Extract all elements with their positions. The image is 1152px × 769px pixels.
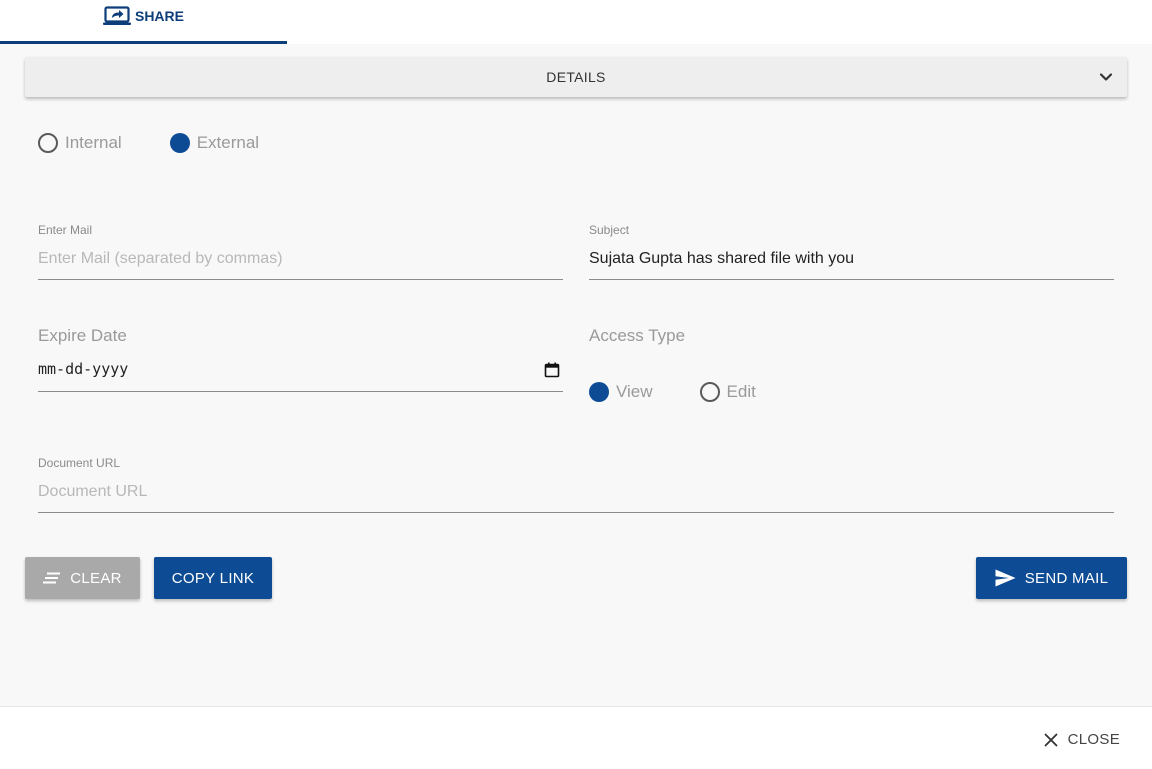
mail-input[interactable] <box>38 248 563 270</box>
close-icon <box>1044 733 1058 746</box>
subject-label: Subject <box>589 223 630 237</box>
subject-field: Subject <box>589 223 1114 280</box>
details-accordion[interactable]: DETAILS <box>25 57 1127 97</box>
access-type-field: Access Type View Edit <box>589 326 1114 406</box>
document-url-label: Document URL <box>38 456 121 470</box>
close-button-label: CLOSE <box>1067 731 1120 748</box>
tab-share-label: SHARE <box>134 8 184 24</box>
radio-external-label: External <box>196 133 260 152</box>
expire-date-label: Expire Date <box>38 326 127 345</box>
radio-edit[interactable]: Edit <box>699 382 756 402</box>
chevron-down-icon <box>1099 73 1113 81</box>
radio-edit-label: Edit <box>726 382 756 401</box>
mail-label: Enter Mail <box>38 223 93 237</box>
radio-internal[interactable]: Internal <box>38 133 122 153</box>
radio-external[interactable]: External <box>169 133 260 153</box>
tab-bar: SHARE <box>0 0 1152 44</box>
radio-view[interactable]: View <box>589 382 653 402</box>
radio-edit-circle[interactable] <box>699 382 720 402</box>
document-url-underline <box>38 512 1114 513</box>
radio-internal-label: Internal <box>65 133 122 152</box>
calendar-icon[interactable] <box>544 362 560 378</box>
expire-date-underline <box>38 391 563 392</box>
clear-button-label: CLEAR <box>70 569 122 587</box>
radio-view-label: View <box>616 382 653 401</box>
tab-share[interactable]: SHARE <box>0 0 287 44</box>
access-type-radio-group: View Edit <box>589 382 756 402</box>
expire-date-value: mm-dd-yyyy <box>38 360 129 378</box>
close-button[interactable]: CLOSE <box>1044 731 1120 748</box>
copy-link-button[interactable]: COPY LINK <box>154 557 272 599</box>
document-url-input[interactable] <box>38 481 1114 503</box>
mail-field: Enter Mail <box>38 223 563 280</box>
details-label: DETAILS <box>546 69 606 85</box>
subject-underline <box>589 279 1114 280</box>
dialog-footer: CLOSE <box>0 706 1152 769</box>
expire-date-field: Expire Date mm-dd-yyyy <box>38 326 563 392</box>
send-icon <box>995 569 1016 587</box>
send-mail-button[interactable]: SEND MAIL <box>976 557 1127 599</box>
access-type-label: Access Type <box>589 326 686 345</box>
mail-underline <box>38 279 563 280</box>
share-panel: DETAILS Internal External Enter Mail Sub… <box>0 44 1152 706</box>
share-screen-icon <box>102 6 131 25</box>
document-url-field: Document URL <box>38 456 1114 513</box>
subject-input[interactable] <box>589 248 1114 270</box>
send-mail-button-label: SEND MAIL <box>1024 569 1109 587</box>
radio-external-circle[interactable] <box>169 133 190 153</box>
expire-date-input[interactable]: mm-dd-yyyy <box>38 360 563 382</box>
radio-internal-circle[interactable] <box>38 133 58 153</box>
clear-button[interactable]: CLEAR <box>25 557 140 599</box>
clear-lines-icon <box>43 572 61 584</box>
copy-link-button-label: COPY LINK <box>171 569 255 587</box>
radio-view-circle[interactable] <box>589 382 609 402</box>
share-scope-radio-group: Internal External <box>38 133 259 153</box>
